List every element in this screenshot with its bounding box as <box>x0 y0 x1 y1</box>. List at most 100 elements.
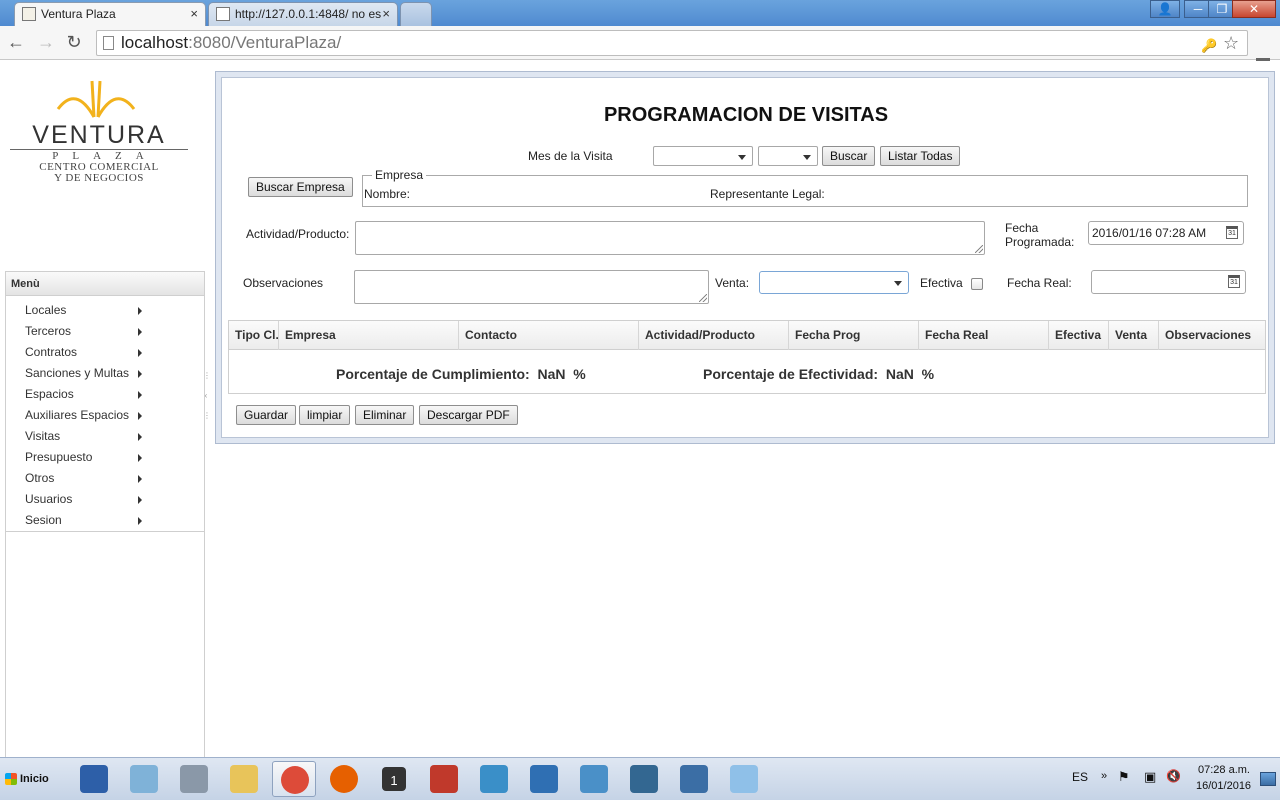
menu-item-terceros[interactable]: Terceros <box>6 321 204 342</box>
taskbar-app-chrome[interactable] <box>272 761 316 797</box>
submenu-arrow-icon <box>138 349 142 357</box>
taskbar-app-users[interactable] <box>522 761 566 797</box>
taskbar-app-firefox[interactable] <box>322 761 366 797</box>
key-icon[interactable]: 🔑 <box>1201 34 1217 58</box>
menu-item-espacios[interactable]: Espacios <box>6 384 204 405</box>
venta-select[interactable] <box>759 271 909 294</box>
column-header-efectiva[interactable]: Efectiva <box>1049 321 1109 350</box>
remote-desktop-icon <box>680 765 708 793</box>
column-header-empresa[interactable]: Empresa <box>279 321 459 350</box>
taskbar-app-powershell[interactable] <box>72 761 116 797</box>
powershell-icon <box>80 765 108 793</box>
tab-ventura-plaza[interactable]: Ventura Plaza × <box>14 2 206 26</box>
menu-item-label: Usuarios <box>25 492 73 506</box>
descargar-pdf-button[interactable]: Descargar PDF <box>419 405 518 425</box>
resize-grip-icon[interactable] <box>975 245 983 253</box>
user-icon[interactable]: 👤 <box>1150 0 1180 18</box>
column-header-fecha-prog[interactable]: Fecha Prog <box>789 321 919 350</box>
actividad-producto-textarea[interactable] <box>355 221 985 255</box>
fecha-programada-label-line-1: Fecha <box>1005 221 1039 235</box>
taskbar-app-notepad[interactable] <box>722 761 766 797</box>
observaciones-textarea[interactable] <box>354 270 709 304</box>
eliminar-button[interactable]: Eliminar <box>355 405 415 425</box>
limpiar-button[interactable]: limpiar <box>299 405 351 425</box>
windows-taskbar: Inicio 1 ES » ⚑ ▣ 🔇 07:28 a.m. 16/01/201… <box>0 757 1280 800</box>
panel-splitter-handle[interactable]: ⋮ ‹ ⋮ <box>203 371 211 451</box>
language-indicator[interactable]: ES <box>1072 770 1088 784</box>
menu-header: Menù <box>6 272 204 296</box>
show-desktop-icon[interactable] <box>1260 772 1276 786</box>
submenu-arrow-icon <box>138 328 142 336</box>
fecha-programada-label: Fecha Programada: <box>1005 221 1074 249</box>
column-header-venta[interactable]: Venta <box>1109 321 1159 350</box>
taskbar-app-postgres[interactable] <box>622 761 666 797</box>
taskbar-app-network[interactable] <box>172 761 216 797</box>
taskbar-app-editor[interactable] <box>472 761 516 797</box>
calendar-icon[interactable]: 31 <box>1228 275 1240 288</box>
new-tab-button[interactable] <box>400 2 432 26</box>
menu-item-presupuesto[interactable]: Presupuesto <box>6 447 204 468</box>
column-header-tipo-cl[interactable]: Tipo Cl. <box>229 321 279 350</box>
start-label: Inicio <box>20 773 49 785</box>
efectiva-checkbox[interactable] <box>971 278 983 290</box>
column-header-actividad-producto[interactable]: Actividad/Producto <box>639 321 789 350</box>
mes-select[interactable] <box>653 146 753 166</box>
taskbar-app-server-manager[interactable] <box>122 761 166 797</box>
menu-item-sanciones[interactable]: Sanciones y Multas <box>6 363 204 384</box>
buscar-button[interactable]: Buscar <box>822 146 876 166</box>
anio-select[interactable] <box>758 146 818 166</box>
guardar-button[interactable]: Guardar <box>236 405 297 425</box>
start-button[interactable]: Inicio <box>2 766 56 792</box>
menu-item-label: Espacios <box>25 387 74 401</box>
fecha-programada-value: 2016/01/16 07:28 AM <box>1092 226 1207 240</box>
taskbar-app-remote-desktop[interactable] <box>672 761 716 797</box>
tray-chevron-icon[interactable]: » <box>1101 770 1107 782</box>
submenu-arrow-icon <box>138 391 142 399</box>
submenu-arrow-icon <box>138 496 142 504</box>
volume-muted-icon[interactable]: 🔇 <box>1166 769 1181 783</box>
tab-close-icon[interactable]: × <box>190 3 198 25</box>
left-panel: VENTURA PLAZA CENTRO COMERCIAL Y DE NEGO… <box>0 61 211 757</box>
column-header-observaciones[interactable]: Observaciones <box>1159 321 1265 350</box>
clock-date[interactable]: 16/01/2016 <box>1196 780 1251 792</box>
clock-time[interactable]: 07:28 a.m. <box>1198 764 1250 776</box>
taskbar-app-folder[interactable] <box>222 761 266 797</box>
table-header: Tipo Cl. Empresa Contacto Actividad/Prod… <box>229 321 1265 350</box>
column-header-fecha-real[interactable]: Fecha Real <box>919 321 1049 350</box>
users-icon <box>530 765 558 793</box>
fecha-programada-input[interactable]: 2016/01/16 07:28 AM 31 <box>1088 221 1244 245</box>
menu-item-label: Auxiliares Espacios <box>25 408 130 422</box>
firefox-icon <box>330 765 358 793</box>
menu-item-sesion[interactable]: Sesion <box>6 510 204 531</box>
calendar-icon[interactable]: 31 <box>1226 226 1238 239</box>
column-header-contacto[interactable]: Contacto <box>459 321 639 350</box>
resize-grip-icon[interactable] <box>699 294 707 302</box>
postgres-icon <box>630 765 658 793</box>
buscar-empresa-button[interactable]: Buscar Empresa <box>248 177 353 197</box>
actividad-producto-label: Actividad/Producto: <box>246 227 350 241</box>
menu-item-otros[interactable]: Otros <box>6 468 204 489</box>
reload-icon[interactable]: ↻ <box>64 32 84 52</box>
taskbar-app-control-panel[interactable] <box>572 761 616 797</box>
forward-arrow-icon[interactable]: → <box>36 32 56 52</box>
tab-close-icon[interactable]: × <box>382 3 390 25</box>
close-window-button[interactable]: ✕ <box>1232 0 1276 18</box>
fecha-real-input[interactable]: 31 <box>1091 270 1246 294</box>
menu-item-auxiliares-espacios[interactable]: Auxiliares Espacios <box>6 405 204 426</box>
network-icon[interactable]: ▣ <box>1144 769 1156 785</box>
taskbar-app-java[interactable] <box>422 761 466 797</box>
menu-item-usuarios[interactable]: Usuarios <box>6 489 204 510</box>
representante-legal-label: Representante Legal: <box>710 187 825 201</box>
bookmark-star-icon[interactable]: ☆ <box>1223 31 1239 55</box>
menu-item-locales[interactable]: Locales <box>6 300 204 321</box>
taskbar-app-console[interactable]: 1 <box>372 761 416 797</box>
page-favicon-icon <box>216 7 230 21</box>
page-icon <box>103 36 114 50</box>
menu-item-contratos[interactable]: Contratos <box>6 342 204 363</box>
action-center-flag-icon[interactable]: ⚑ <box>1118 769 1130 785</box>
listar-todas-button[interactable]: Listar Todas <box>880 146 961 166</box>
tab-localhost-4848[interactable]: http://127.0.0.1:4848/ no es × <box>208 2 398 26</box>
address-bar[interactable]: localhost:8080/VenturaPlaza/ 🔑 ☆ <box>96 30 1248 56</box>
menu-item-visitas[interactable]: Visitas <box>6 426 204 447</box>
back-arrow-icon[interactable]: ← <box>6 32 26 52</box>
